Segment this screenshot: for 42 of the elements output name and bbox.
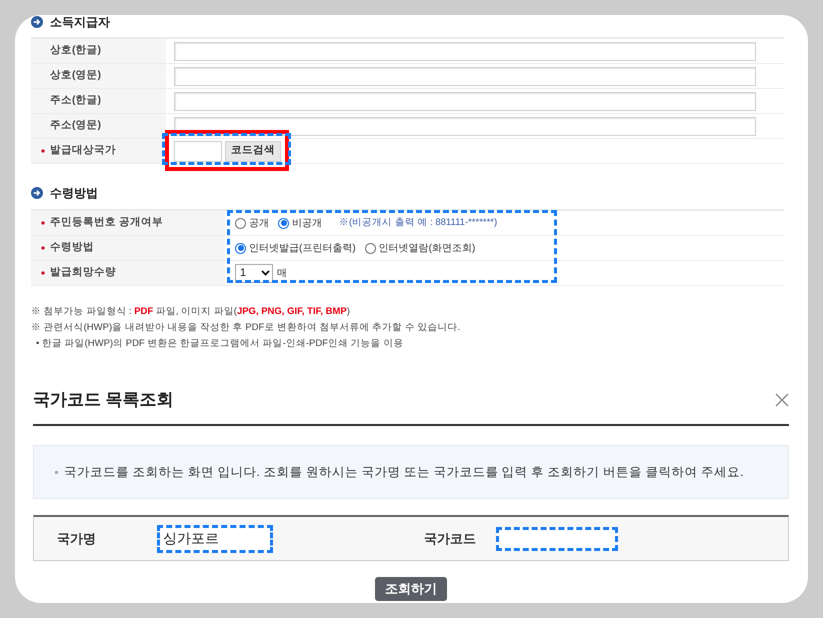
radio-label[interactable]: 인터넷발급(프린터출력) [249,240,356,256]
arrow-circle-icon [31,186,43,198]
close-icon [775,393,789,407]
field-label: 발급희망수량 [50,265,116,280]
info-text: 국가코드를 조회하는 화면 입니다. 조회를 원하시는 국가명 또는 국가코드를 입력 후 조회하기 버튼을 클릭하여 주세요. [64,464,744,481]
text-field[interactable] [174,116,756,136]
field-label: 주민등록번호 공개여부 [50,215,163,230]
caret-icon [261,270,270,276]
note-text: • 한글 파일(HWP)의 PDF 변환은 한글프로그램에서 파일-인쇄-PDF인쇄 기능을 이용 [35,337,404,351]
field-label: 상호(영문) [50,68,101,84]
radio-label[interactable]: 인터넷열람(화면조회) [378,240,476,256]
radio-button[interactable] [235,218,246,228]
radio-button[interactable] [235,242,246,254]
radio-button[interactable] [278,218,289,228]
country-code-field[interactable] [496,526,618,550]
field-label: 수령방법 [50,240,94,256]
field-label: 주소(한글) [50,93,101,108]
hint-text: ※(비공개시 출력 예 : 881111-*******) [339,216,498,230]
radio-button[interactable] [364,242,376,254]
field-label: 상호(한글) [50,43,101,58]
text-field[interactable] [174,42,756,60]
note-text: ※ 관련서식(HWP)을 내려받아 내용을 작성한 후 PDF로 변환하여 첨부서류에 추가할 수 있습니다. [31,321,462,335]
code-search-button[interactable]: 코드검색 [225,140,281,162]
text-field[interactable] [174,66,756,86]
field-label: 국가명 [57,530,97,548]
note-text: ※ 첨부가능 파일형식 : PDF 파일, 이미지 파일(JPG, PNG, GIF, TIF, BMP) [31,305,351,319]
code-field[interactable] [174,140,222,162]
bullet-icon [55,470,58,474]
quantity-select[interactable]: 1 [235,264,273,282]
radio-label[interactable]: 공개 [249,216,269,230]
text-field[interactable] [174,92,756,110]
dialog-title: 국가코드 목록조회 [33,389,174,411]
unit-label: 매 [277,266,287,280]
country-name-field[interactable]: 싱가포르 [157,524,273,552]
field-label: 발급대상국가 [50,143,116,158]
section-title: 수령방법 [50,186,98,198]
close-button[interactable] [775,393,789,407]
field-label: 주소(영문) [50,118,101,134]
radio-label[interactable]: 비공개 [292,216,322,230]
section-title: 소득지급자 [50,16,110,28]
search-button[interactable]: 조회하기 [375,577,447,601]
field-label: 국가코드 [424,530,477,548]
